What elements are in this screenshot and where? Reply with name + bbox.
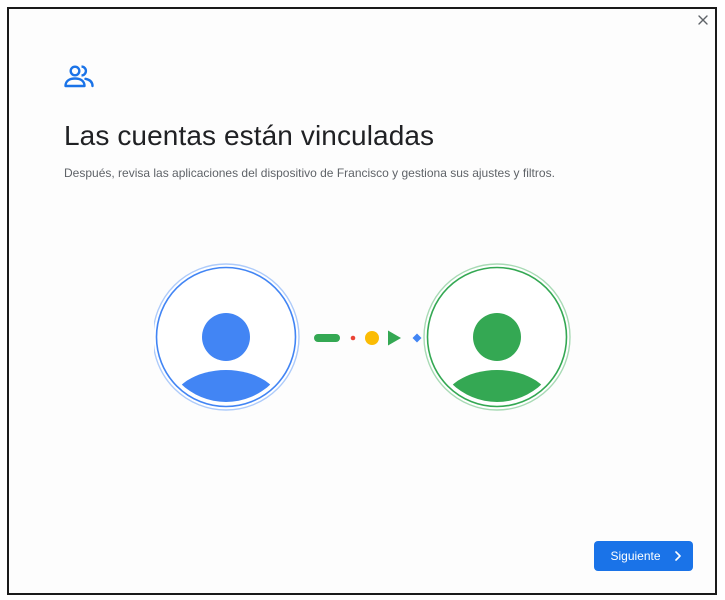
dialog-window: Las cuentas están vinculadas Después, re…	[7, 7, 717, 595]
connection-dots	[314, 330, 422, 346]
child-avatar	[423, 263, 571, 411]
close-icon	[698, 15, 708, 25]
close-button[interactable]	[694, 11, 712, 29]
next-button-label: Siguiente	[610, 549, 661, 563]
people-icon	[64, 65, 94, 88]
parent-avatar	[154, 263, 300, 411]
linked-accounts-illustration	[154, 263, 571, 411]
chevron-right-icon	[673, 551, 683, 561]
page-subtitle: Después, revisa las aplicaciones del dis…	[64, 166, 555, 180]
next-button[interactable]: Siguiente	[594, 541, 693, 571]
page-title: Las cuentas están vinculadas	[64, 120, 435, 151]
